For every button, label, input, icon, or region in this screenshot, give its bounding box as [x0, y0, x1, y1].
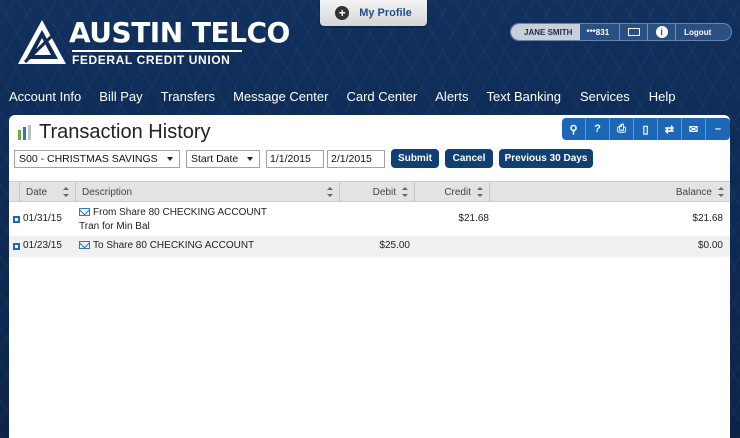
row-credit: $21.68	[458, 213, 489, 224]
mobile-icon: ▯	[642, 123, 649, 136]
date-mode-value: Start Date	[191, 152, 239, 165]
column-debit-label: Debit	[372, 186, 396, 198]
row-description: To Share 80 CHECKING ACCOUNT	[79, 240, 254, 251]
search-button[interactable]: ⚲	[562, 118, 586, 140]
sort-icon	[402, 187, 408, 197]
nav-text-banking[interactable]: Text Banking	[487, 89, 561, 107]
email-add-button[interactable]: ✉	[682, 118, 706, 140]
end-date-input[interactable]: 2/1/2015	[327, 149, 385, 168]
column-credit[interactable]: Credit	[414, 182, 489, 202]
nav-transfers[interactable]: Transfers	[161, 89, 215, 107]
column-debit[interactable]: Debit	[339, 182, 414, 202]
account-number[interactable]: ***831	[580, 24, 621, 40]
mobile-button[interactable]: ▯	[634, 118, 658, 140]
envelope-icon	[79, 241, 90, 249]
expand-icon[interactable]	[13, 243, 20, 250]
logo[interactable]: AUSTIN TELCO FEDERAL CREDIT UNION	[16, 16, 290, 70]
messages-button[interactable]	[620, 24, 649, 40]
mail-icon	[627, 28, 640, 36]
nav-alerts[interactable]: Alerts	[435, 89, 468, 107]
bar-chart-icon	[18, 125, 31, 140]
column-description-label: Description	[82, 186, 133, 198]
nav-account-info[interactable]: Account Info	[9, 89, 81, 107]
row-memo: Tran for Min Bal	[79, 221, 150, 232]
date-mode-select[interactable]: Start Date	[186, 149, 260, 168]
shuffle-icon: ⇄	[664, 123, 675, 136]
column-balance-label: Balance	[675, 186, 712, 198]
sort-icon	[477, 187, 483, 197]
table-header: Date Description Debit Credit Balance	[9, 181, 730, 202]
submit-button[interactable]: Submit	[391, 149, 439, 168]
help-icon: ?	[594, 123, 601, 135]
logo-subtitle: FEDERAL CREDIT UNION	[72, 53, 231, 67]
help-button[interactable]: ?	[586, 118, 610, 140]
row-balance: $0.00	[697, 240, 723, 251]
shuffle-button[interactable]: ⇄	[658, 118, 682, 140]
row-date: 01/31/15	[23, 213, 62, 224]
sort-icon	[327, 187, 333, 197]
row-debit: $25.00	[379, 240, 410, 251]
nav-help[interactable]: Help	[649, 89, 676, 107]
row-description-text: From Share 80 CHECKING ACCOUNT	[93, 207, 267, 218]
plus-icon: +	[335, 6, 350, 20]
panel-title: Transaction History	[17, 121, 211, 144]
my-profile-label: My Profile	[359, 7, 412, 19]
print-icon: ⎙	[617, 122, 626, 135]
transaction-history-panel: Transaction History ⚲ ? ⎙ ▯ ⇄ ✉ – S00 - …	[9, 115, 730, 438]
minus-icon: –	[714, 123, 722, 135]
page-title: Transaction History	[39, 121, 211, 143]
user-name[interactable]: JANE SMITH	[511, 24, 581, 40]
print-button[interactable]: ⎙	[610, 118, 634, 140]
sort-icon	[63, 187, 69, 197]
user-bar: JANE SMITH ***831 i Logout	[510, 23, 732, 41]
chevron-down-icon	[247, 156, 253, 161]
envelope-icon	[79, 208, 90, 216]
email-add-icon: ✉	[688, 123, 699, 136]
collapse-button[interactable]: –	[706, 118, 730, 140]
row-description: From Share 80 CHECKING ACCOUNT	[79, 207, 267, 218]
row-date: 01/23/15	[23, 240, 62, 251]
info-button[interactable]: i	[648, 24, 677, 40]
table-row[interactable]: 01/23/15 To Share 80 CHECKING ACCOUNT $2…	[9, 236, 730, 257]
nav-message-center[interactable]: Message Center	[233, 89, 328, 107]
nav-card-center[interactable]: Card Center	[346, 89, 417, 107]
logo-divider	[72, 50, 242, 52]
row-description-text: To Share 80 CHECKING ACCOUNT	[93, 240, 255, 251]
column-balance[interactable]: Balance	[489, 182, 730, 202]
start-date-input[interactable]: 1/1/2015	[266, 149, 324, 168]
column-credit-label: Credit	[444, 186, 471, 198]
expand-icon[interactable]	[13, 216, 20, 223]
chevron-down-icon	[167, 156, 173, 161]
account-select[interactable]: S00 - CHRISTMAS SAVINGS	[14, 149, 180, 168]
search-icon: ⚲	[569, 123, 578, 136]
nav-services[interactable]: Services	[580, 89, 630, 107]
column-description[interactable]: Description	[75, 182, 339, 202]
main-nav: Account Info Bill Pay Transfers Message …	[0, 89, 676, 107]
logo-title: AUSTIN TELCO	[69, 16, 290, 49]
sort-icon	[718, 187, 724, 197]
info-icon: i	[655, 26, 668, 38]
account-select-value: S00 - CHRISTMAS SAVINGS	[19, 152, 158, 165]
row-balance: $21.68	[692, 213, 723, 224]
column-date[interactable]: Date	[19, 182, 75, 202]
nav-bill-pay[interactable]: Bill Pay	[99, 89, 142, 107]
transactions-table: Date Description Debit Credit Balance 01…	[9, 181, 730, 257]
table-row[interactable]: 01/31/15 From Share 80 CHECKING ACCOUNT …	[9, 202, 730, 236]
logo-triangle-icon	[18, 20, 66, 64]
panel-toolbar: ⚲ ? ⎙ ▯ ⇄ ✉ –	[562, 118, 730, 140]
column-date-label: Date	[26, 186, 48, 198]
filter-bar: S00 - CHRISTMAS SAVINGS Start Date 1/1/2…	[14, 149, 593, 168]
previous-30-days-button[interactable]: Previous 30 Days	[499, 149, 593, 168]
logout-button[interactable]: Logout	[676, 28, 711, 37]
cancel-button[interactable]: Cancel	[445, 149, 493, 168]
my-profile-tab[interactable]: + My Profile	[320, 0, 427, 26]
